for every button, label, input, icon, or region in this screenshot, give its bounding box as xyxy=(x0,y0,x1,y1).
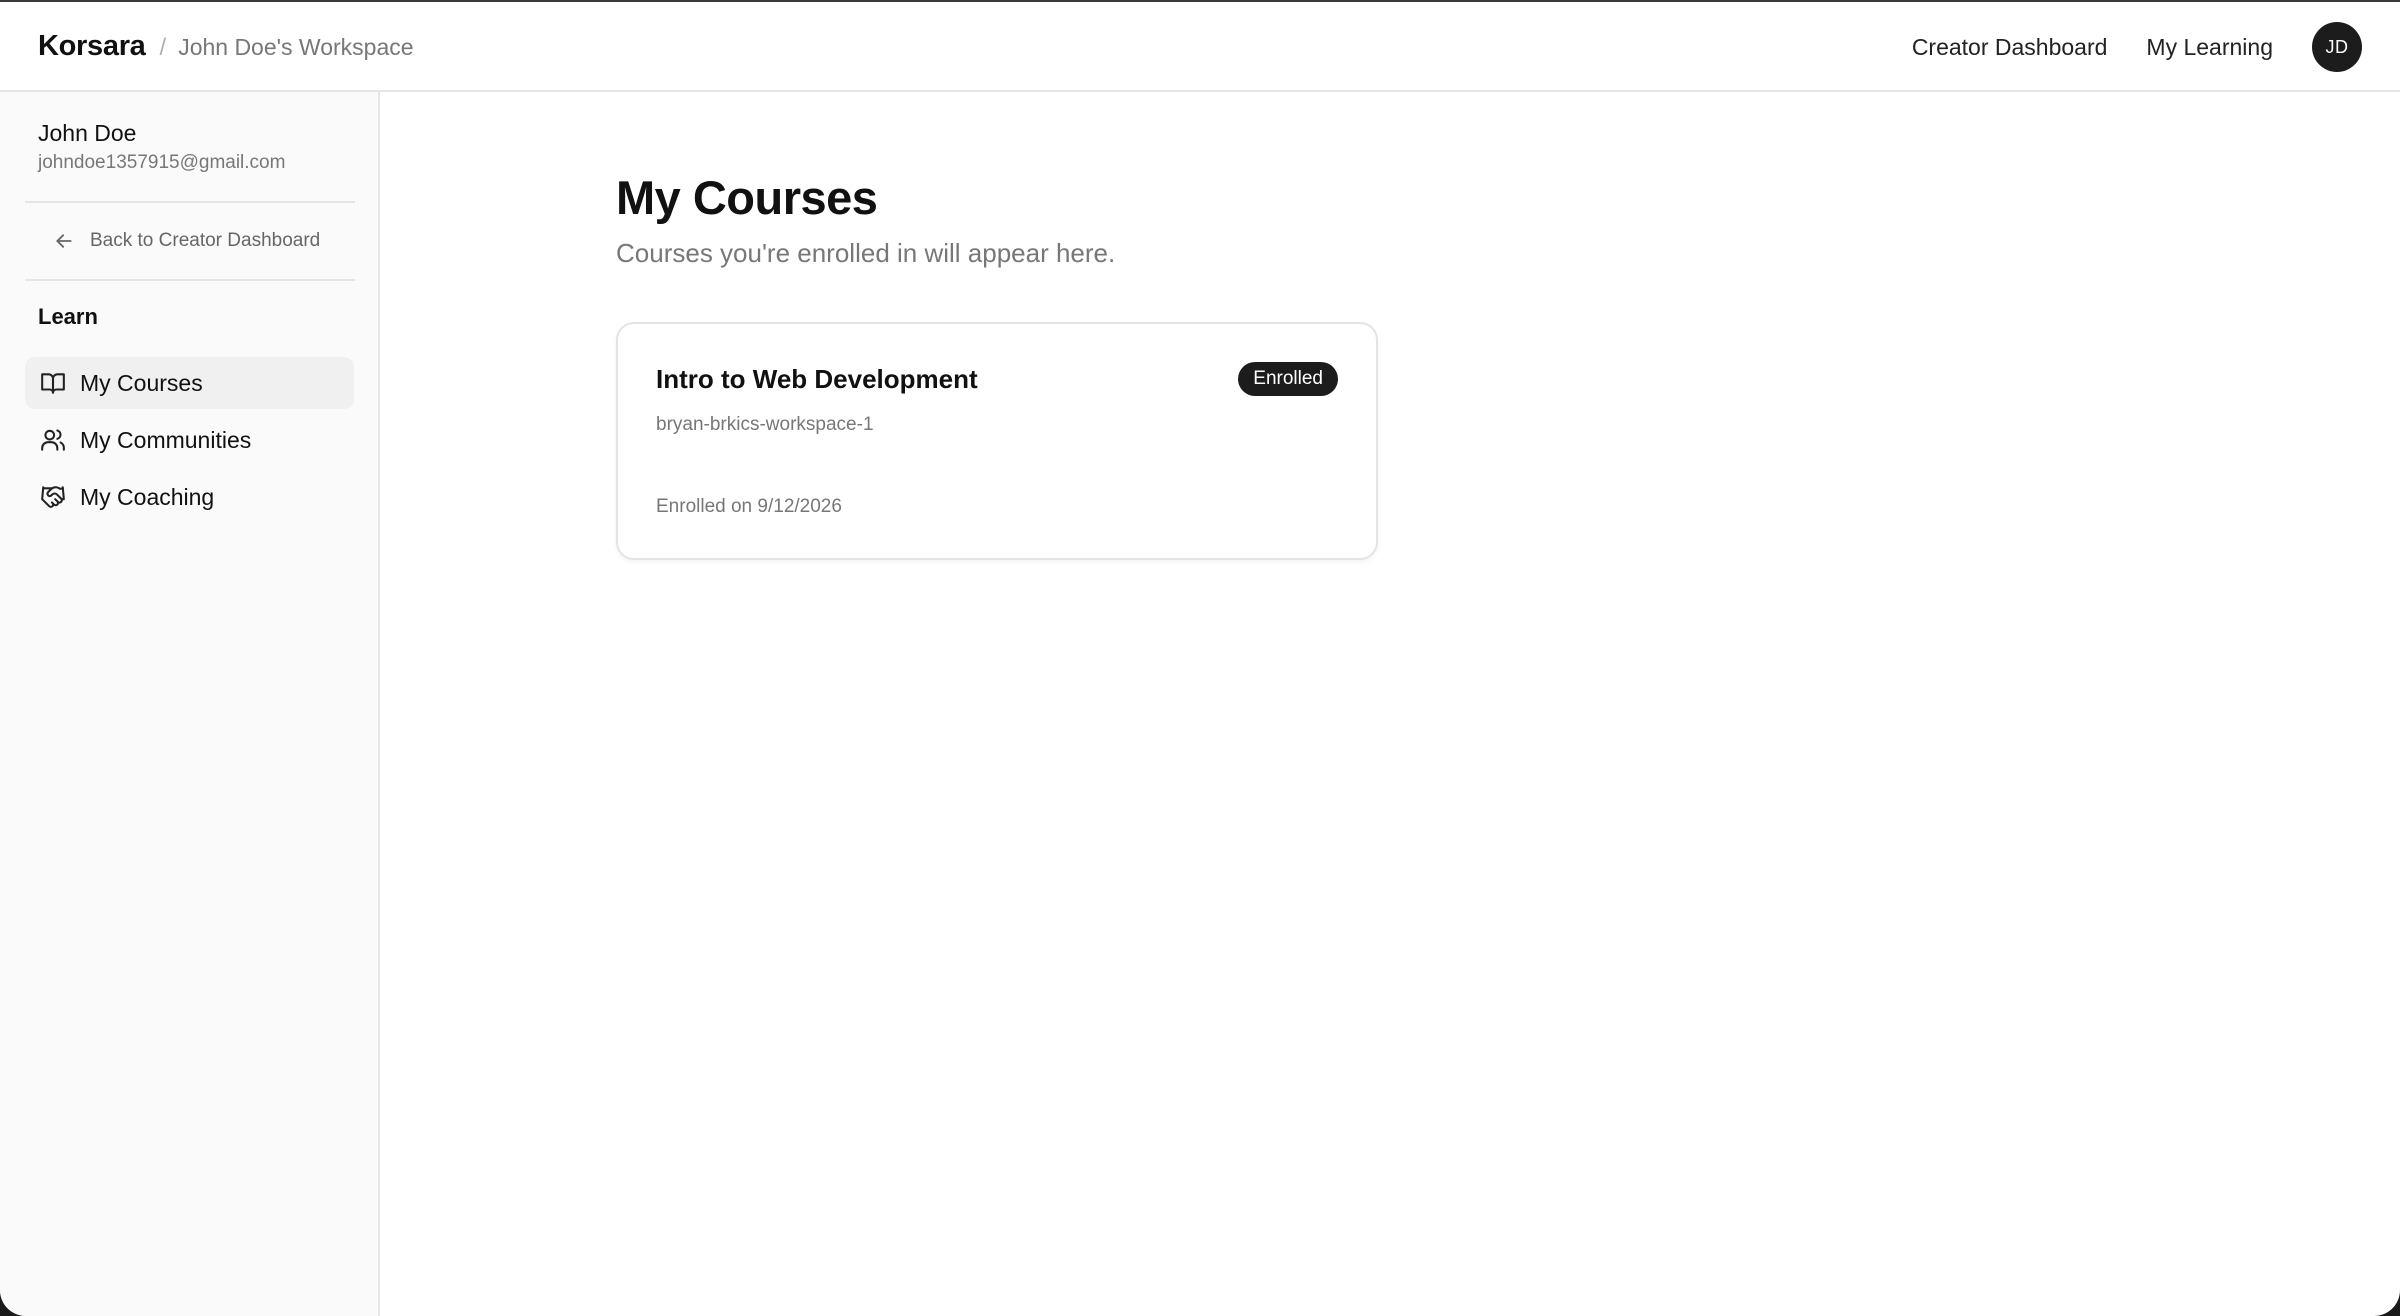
sidebar: John Doe johndoe1357915@gmail.com Back t… xyxy=(0,92,380,1316)
sidebar-user-email: johndoe1357915@gmail.com xyxy=(38,152,286,173)
main-content: My Courses Courses you're enrolled in wi… xyxy=(382,92,2400,1316)
sidebar-section-learn: Learn xyxy=(38,304,98,329)
avatar[interactable]: JD xyxy=(2312,22,2362,72)
breadcrumb: Korsara / John Doe's Workspace xyxy=(38,30,414,63)
status-badge: Enrolled xyxy=(1238,362,1338,396)
course-workspace: bryan-brkics-workspace-1 xyxy=(656,414,874,435)
sidebar-divider xyxy=(25,279,355,281)
course-enrolled-date: Enrolled on 9/12/2026 xyxy=(656,496,842,517)
page-title: My Courses xyxy=(616,171,878,224)
app-window: Korsara / John Doe's Workspace Creator D… xyxy=(0,0,2400,1316)
back-to-creator-dashboard-link[interactable]: Back to Creator Dashboard xyxy=(54,230,320,252)
sidebar-item-label: My Courses xyxy=(80,369,203,396)
breadcrumb-separator: / xyxy=(159,34,167,61)
workspace-name[interactable]: John Doe's Workspace xyxy=(178,34,413,61)
book-open-icon xyxy=(40,370,66,396)
creator-dashboard-link[interactable]: Creator Dashboard xyxy=(1912,34,2108,61)
sidebar-item-my-coaching[interactable]: My Coaching xyxy=(25,471,354,523)
top-nav: Creator Dashboard My Learning JD xyxy=(1912,22,2362,72)
sidebar-user-name: John Doe xyxy=(38,120,137,146)
sidebar-item-label: My Coaching xyxy=(80,483,215,510)
course-title[interactable]: Intro to Web Development xyxy=(656,364,978,395)
back-link-label: Back to Creator Dashboard xyxy=(90,230,321,251)
handshake-icon xyxy=(40,484,66,510)
sidebar-divider xyxy=(25,201,355,203)
top-bar: Korsara / John Doe's Workspace Creator D… xyxy=(0,2,2400,92)
sidebar-item-my-courses[interactable]: My Courses xyxy=(25,357,354,409)
sidebar-item-label: My Communities xyxy=(80,426,252,453)
brand-logo-text[interactable]: Korsara xyxy=(38,30,146,63)
page-subtitle: Courses you're enrolled in will appear h… xyxy=(616,238,1116,268)
sidebar-item-my-communities[interactable]: My Communities xyxy=(25,414,354,466)
users-icon xyxy=(40,427,66,453)
course-card[interactable]: Intro to Web Development Enrolled bryan-… xyxy=(616,322,1378,560)
my-learning-link[interactable]: My Learning xyxy=(2146,34,2273,61)
arrow-left-icon xyxy=(56,234,72,248)
